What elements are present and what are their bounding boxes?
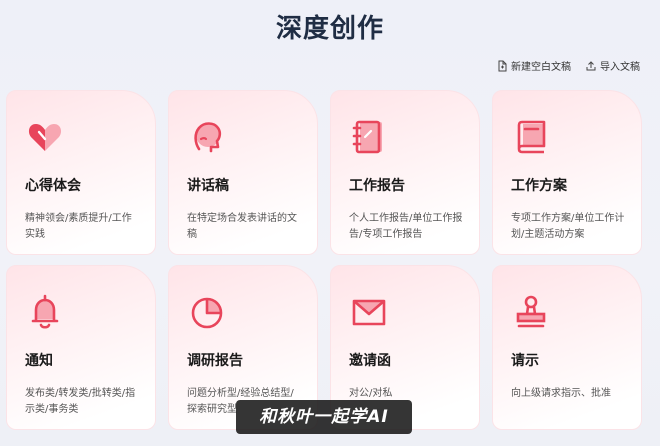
speaking-head-icon [194,122,222,153]
book-icon [517,120,546,154]
import-document-label: 导入文稿 [600,62,640,73]
template-grid: 心得体会 精神领会/素质提升/工作实践 讲话稿 在特定场合发表讲话的文稿 工作报… [6,90,656,430]
import-document-button[interactable]: 导入文稿 [585,58,640,73]
toolbar: 新建空白文稿 导入文稿 [496,58,640,73]
template-card-speech[interactable]: 讲话稿 在特定场合发表讲话的文稿 [168,90,318,255]
page-title: 深度创作 [275,14,384,44]
card-title: 邀请函 [349,353,391,369]
new-blank-document-button[interactable]: 新建空白文稿 [496,58,571,73]
new-blank-document-label: 新建空白文稿 [511,62,571,73]
template-card-work-report[interactable]: 工作报告 个人工作报告/单位工作报告/专项工作报告 [330,90,480,255]
card-title: 通知 [25,353,53,369]
template-card-insights[interactable]: 心得体会 精神领会/素质提升/工作实践 [6,90,156,255]
card-title: 请示 [511,353,539,369]
card-title: 讲话稿 [187,178,229,194]
card-description: 在特定场合发表讲话的文稿 [187,213,297,240]
card-description: 向上级请求指示、批准 [511,388,611,399]
card-description: 发布类/转发类/批转类/指示类/事务类 [25,388,136,415]
card-description: 个人工作报告/单位工作报告/专项工作报告 [349,213,463,240]
bell-icon [31,294,59,329]
card-title: 调研报告 [187,353,243,369]
template-card-request[interactable]: 请示 向上级请求指示、批准 [492,265,642,430]
pie-chart-icon [191,297,223,329]
new-document-icon [498,60,507,71]
envelope-icon [352,299,386,326]
template-card-notice[interactable]: 通知 发布类/转发类/批转类/指示类/事务类 [6,265,156,430]
watermark: 和秋叶一起学AI [236,400,412,434]
stamp-icon [516,295,546,328]
card-description: 精神领会/素质提升/工作实践 [25,213,132,240]
card-title: 工作方案 [511,178,567,194]
card-title: 工作报告 [349,178,405,194]
heart-icon [28,124,62,151]
upload-icon [586,60,596,70]
card-title: 心得体会 [25,178,81,194]
card-description: 专项工作方案/单位工作计划/主题活动方案 [511,213,625,240]
template-card-work-plan[interactable]: 工作方案 专项工作方案/单位工作计划/主题活动方案 [492,90,642,255]
notebook-icon [352,120,382,154]
